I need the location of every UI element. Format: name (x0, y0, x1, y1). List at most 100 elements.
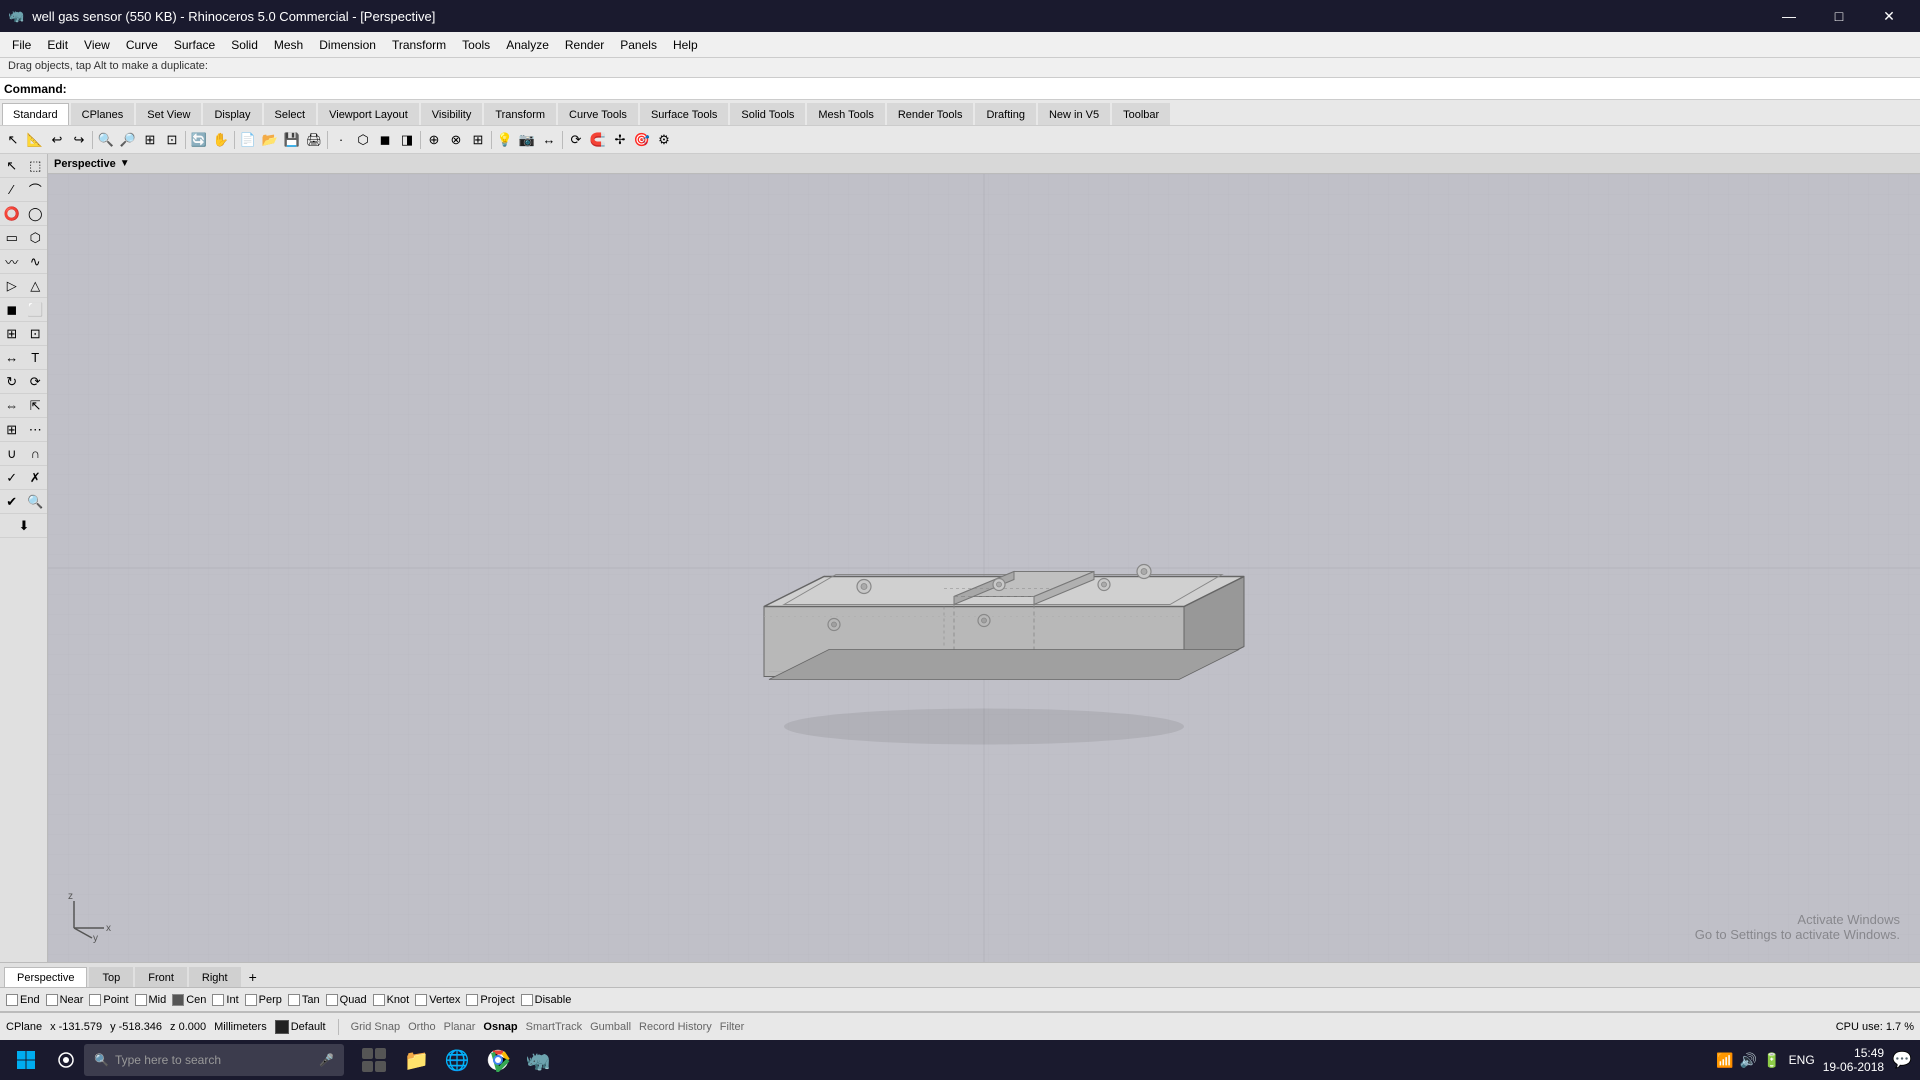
sb-freeform-icon[interactable]: 〰 (0, 250, 24, 274)
tb-new-icon[interactable]: 📄 (237, 129, 259, 151)
tab-toolbar[interactable]: Toolbar (1112, 103, 1170, 125)
tb-history-icon[interactable]: ⟳ (565, 129, 587, 151)
close-button[interactable]: ✕ (1866, 0, 1912, 32)
tab-new-v5[interactable]: New in V5 (1038, 103, 1110, 125)
tb-rotate-icon[interactable]: 🔄 (188, 129, 210, 151)
sb-polygon-icon[interactable]: ⬡ (24, 226, 48, 250)
vp-tab-add[interactable]: + (243, 967, 263, 987)
sb-arrow-icon[interactable]: ⬇ (0, 514, 48, 538)
notification-icon[interactable]: 💬 (1892, 1050, 1912, 1070)
tb-zoom-sel-icon[interactable]: ⊡ (161, 129, 183, 151)
tab-drafting[interactable]: Drafting (975, 103, 1036, 125)
menu-edit[interactable]: Edit (39, 32, 76, 57)
tb-gumball-icon[interactable]: ✢ (609, 129, 631, 151)
vp-tab-right[interactable]: Right (189, 967, 241, 987)
sb-pt-icon[interactable]: ✓ (0, 466, 24, 490)
sb-arc-icon[interactable]: ⌒ (24, 178, 48, 202)
status-planar[interactable]: Planar (444, 1021, 476, 1033)
viewport-canvas[interactable]: x z y Activate Windows Go to Settings to… (48, 174, 1920, 962)
taskbar-ie[interactable]: 🌐 (437, 1042, 478, 1078)
status-ortho[interactable]: Ortho (408, 1021, 436, 1033)
tb-osnap2-icon[interactable]: ⊗ (445, 129, 467, 151)
sb-text-icon[interactable]: T (24, 346, 48, 370)
tab-transform[interactable]: Transform (484, 103, 556, 125)
status-gridsnap[interactable]: Grid Snap (351, 1021, 401, 1033)
sb-array-icon[interactable]: ⊞ (0, 418, 24, 442)
sb-line-icon[interactable]: ∕ (0, 178, 24, 202)
maximize-button[interactable]: □ (1816, 0, 1862, 32)
vp-tab-top[interactable]: Top (89, 967, 133, 987)
sb-box-icon[interactable]: ⬜ (24, 298, 48, 322)
tab-select[interactable]: Select (264, 103, 317, 125)
taskbar-folder[interactable]: 📁 (396, 1042, 437, 1078)
tab-standard[interactable]: Standard (2, 103, 69, 125)
sb-scale-icon[interactable]: ⇱ (24, 394, 48, 418)
sb-transform-icon[interactable]: ↻ (0, 370, 24, 394)
task-view-button[interactable] (48, 1042, 84, 1078)
sb-ellipse-icon[interactable]: ◯ (24, 202, 48, 226)
sb-pt2-icon[interactable]: ✗ (24, 466, 48, 490)
osnap-quad-check[interactable] (326, 994, 338, 1006)
osnap-int-check[interactable] (212, 994, 224, 1006)
status-filter[interactable]: Filter (720, 1021, 744, 1033)
tb-smarttrack-icon[interactable]: 🎯 (631, 129, 653, 151)
status-recordhistory[interactable]: Record History (639, 1021, 712, 1033)
tab-setview[interactable]: Set View (136, 103, 201, 125)
tb-dim-icon[interactable]: ↔ (538, 129, 560, 151)
taskbar-task-mgr[interactable] (352, 1042, 396, 1078)
osnap-knot-check[interactable] (373, 994, 385, 1006)
osnap-point-check[interactable] (89, 994, 101, 1006)
menu-view[interactable]: View (76, 32, 118, 57)
tb-zoom-out-icon[interactable]: 🔎 (117, 129, 139, 151)
osnap-tan-check[interactable] (288, 994, 300, 1006)
tb-light-icon[interactable]: 💡 (494, 129, 516, 151)
tb-select-icon[interactable]: ↖ (2, 129, 24, 151)
sb-circle-icon[interactable]: ⭕ (0, 202, 24, 226)
tb-polyline-icon[interactable]: 📐 (24, 129, 46, 151)
tab-viewport-layout[interactable]: Viewport Layout (318, 103, 419, 125)
menu-dimension[interactable]: Dimension (311, 32, 384, 57)
tb-pan-icon[interactable]: ✋ (210, 129, 232, 151)
osnap-cen-check[interactable] (172, 994, 184, 1006)
tab-curve-tools[interactable]: Curve Tools (558, 103, 638, 125)
status-osnap[interactable]: Osnap (483, 1021, 517, 1033)
tab-solid-tools[interactable]: Solid Tools (730, 103, 805, 125)
tab-cplanes[interactable]: CPlanes (71, 103, 135, 125)
osnap-project-check[interactable] (466, 994, 478, 1006)
menu-mesh[interactable]: Mesh (266, 32, 311, 57)
sb-select-icon[interactable]: ↖ (0, 154, 24, 178)
tb-print-icon[interactable]: 🖨 (303, 129, 325, 151)
tray-network-icon[interactable]: 📶 (1716, 1052, 1733, 1069)
menu-help[interactable]: Help (665, 32, 706, 57)
menu-tools[interactable]: Tools (454, 32, 498, 57)
tray-volume-icon[interactable]: 🔊 (1740, 1052, 1757, 1069)
tb-zoom-in-icon[interactable]: 🔍 (95, 129, 117, 151)
tab-surface-tools[interactable]: Surface Tools (640, 103, 728, 125)
menu-render[interactable]: Render (557, 32, 612, 57)
taskbar-clock[interactable]: 15:49 19-06-2018 (1823, 1046, 1884, 1074)
menu-panels[interactable]: Panels (612, 32, 665, 57)
menu-transform[interactable]: Transform (384, 32, 454, 57)
tb-grid-icon[interactable]: ⊞ (467, 129, 489, 151)
start-button[interactable] (4, 1042, 48, 1078)
sb-mesh2-icon[interactable]: ⊡ (24, 322, 48, 346)
taskbar-chrome[interactable] (478, 1042, 518, 1078)
sb-curve-icon[interactable]: ∿ (24, 250, 48, 274)
sb-rect-icon[interactable]: ▭ (0, 226, 24, 250)
tb-pts-icon[interactable]: · (330, 129, 352, 151)
tab-visibility[interactable]: Visibility (421, 103, 483, 125)
minimize-button[interactable]: — (1766, 0, 1812, 32)
sb-rotate3d-icon[interactable]: ⟳ (24, 370, 48, 394)
sb-extrude-icon[interactable]: △ (24, 274, 48, 298)
osnap-mid-check[interactable] (135, 994, 147, 1006)
tab-mesh-tools[interactable]: Mesh Tools (807, 103, 884, 125)
osnap-near-check[interactable] (46, 994, 58, 1006)
sb-surface-icon[interactable]: ▷ (0, 274, 24, 298)
tb-open-icon[interactable]: 📂 (259, 129, 281, 151)
tab-display[interactable]: Display (203, 103, 261, 125)
osnap-end-check[interactable] (6, 994, 18, 1006)
vp-tab-front[interactable]: Front (135, 967, 187, 987)
sb-mesh-icon[interactable]: ⊞ (0, 322, 24, 346)
tb-render-icon[interactable]: ◨ (396, 129, 418, 151)
tb-snappy-icon[interactable]: 🧲 (587, 129, 609, 151)
